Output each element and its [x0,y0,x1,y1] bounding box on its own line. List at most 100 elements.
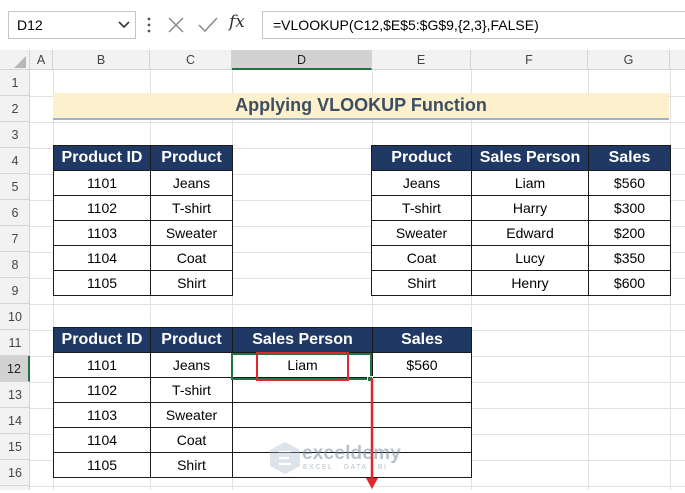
row-header[interactable]: 7 [0,226,30,252]
formula-input[interactable]: =VLOOKUP(C12,$E$5:$G$9,{2,3},FALSE) [262,11,685,39]
table-cell[interactable]: 1103 [53,402,151,428]
column-header-g[interactable]: G [588,50,670,70]
column-header-b[interactable]: B [53,50,150,70]
table-row: Sweater Edward $200 [371,220,671,246]
table-row: 1102 T-shirt [53,195,233,221]
product-id-table: Product ID Product 1101 Jeans 1102 T-shi… [53,145,233,296]
column-header-bar: A B C D E F G [0,50,685,70]
table-cell[interactable]: $560 [588,170,671,196]
table-cell[interactable]: 1102 [53,377,151,403]
table-cell[interactable]: Sweater [371,220,472,246]
table-cell[interactable]: 1101 [53,352,151,378]
table-cell[interactable]: Henry [471,270,589,296]
watermark-text: exceldemy [302,443,401,464]
table-row: Shirt Henry $600 [371,270,671,296]
table-cell[interactable]: Sweater [150,402,233,428]
header-cell[interactable]: Product [371,145,472,171]
watermark-tagline: EXCEL · DATA · BI [303,464,388,471]
name-box-value: D12 [17,17,43,33]
header-cell[interactable]: Product [150,145,233,171]
table-cell[interactable]: 1104 [53,245,151,271]
chevron-down-icon[interactable] [116,15,132,35]
column-header-c[interactable]: C [150,50,232,70]
table-row: 1101 Jeans [53,170,233,196]
row-header[interactable]: 11 [0,330,30,356]
table-cell[interactable]: Shirt [150,452,233,478]
table-row: 1104 Coat [53,245,233,271]
table-cell[interactable]: $350 [588,245,671,271]
table-cell[interactable]: T-shirt [150,377,233,403]
table-cell[interactable]: Jeans [150,352,233,378]
header-cell[interactable]: Sales [372,327,472,353]
table-cell[interactable]: $300 [588,195,671,221]
header-cell[interactable]: Sales [588,145,671,171]
row-header[interactable]: 1 [0,70,30,96]
table-cell[interactable]: Shirt [371,270,472,296]
column-header-f[interactable]: F [471,50,588,70]
table-cell[interactable] [232,402,373,428]
enter-check-icon[interactable] [197,16,219,34]
header-cell[interactable]: Product ID [53,145,151,171]
table-row: 1103 Sweater [53,220,233,246]
header-cell[interactable]: Sales Person [232,327,373,353]
function-fx-icon[interactable]: 𝑓x [229,12,251,36]
row-header[interactable]: 10 [0,304,30,330]
table-cell[interactable] [372,402,472,428]
table-cell[interactable]: $200 [588,220,671,246]
gridline [30,122,685,123]
row-header[interactable]: 9 [0,278,30,304]
table-cell[interactable]: Sweater [150,220,233,246]
table-cell[interactable]: Jeans [371,170,472,196]
table-row: 1103 Sweater [53,402,472,428]
row-header[interactable]: 14 [0,408,30,434]
table-cell[interactable]: 1101 [53,170,151,196]
table-cell[interactable]: Jeans [150,170,233,196]
table-cell[interactable]: Coat [371,245,472,271]
more-options-icon[interactable] [146,15,152,35]
column-header-d[interactable]: D [232,50,372,70]
table-cell[interactable]: 1103 [53,220,151,246]
select-all-triangle-icon [14,56,26,68]
table-cell[interactable] [372,377,472,403]
table-header-row: Product ID Product Sales Person Sales [53,327,472,353]
gridline [30,486,685,487]
row-header[interactable]: 3 [0,122,30,148]
header-cell[interactable]: Sales Person [471,145,589,171]
column-header-e[interactable]: E [372,50,471,70]
table-header-row: Product Sales Person Sales [371,145,671,171]
row-header[interactable]: 4 [0,148,30,174]
row-header[interactable]: 6 [0,200,30,226]
header-cell[interactable]: Product ID [53,327,151,353]
table-cell[interactable]: 1102 [53,195,151,221]
table-cell[interactable]: $600 [588,270,671,296]
table-cell[interactable]: Shirt [150,270,233,296]
row-header[interactable]: 2 [0,96,30,122]
table-row: 1102 T-shirt [53,377,472,403]
sheet-title[interactable]: Applying VLOOKUP Function [53,93,669,120]
table-cell[interactable]: Harry [471,195,589,221]
table-cell[interactable] [232,377,373,403]
table-cell[interactable]: Lucy [471,245,589,271]
table-cell[interactable]: Liam [471,170,589,196]
row-header-selected[interactable]: 12 [0,356,30,382]
table-cell[interactable]: Edward [471,220,589,246]
table-row: Coat Lucy $350 [371,245,671,271]
row-header[interactable]: 5 [0,174,30,200]
row-header[interactable]: 15 [0,434,30,460]
header-cell[interactable]: Product [150,327,233,353]
table-cell[interactable]: Coat [150,427,233,453]
highlight-box [256,352,349,381]
cancel-x-icon[interactable] [167,16,185,34]
row-header[interactable]: 16 [0,460,30,486]
result-cell-sales[interactable]: $560 [372,352,472,378]
table-cell[interactable]: 1105 [53,270,151,296]
row-header[interactable]: 13 [0,382,30,408]
table-cell[interactable]: 1104 [53,427,151,453]
table-cell[interactable]: Coat [150,245,233,271]
table-cell[interactable]: T-shirt [371,195,472,221]
table-cell[interactable]: 1105 [53,452,151,478]
row-header[interactable]: 8 [0,252,30,278]
column-header-a[interactable]: A [30,50,53,70]
table-row: Jeans Liam $560 [371,170,671,196]
table-cell[interactable]: T-shirt [150,195,233,221]
